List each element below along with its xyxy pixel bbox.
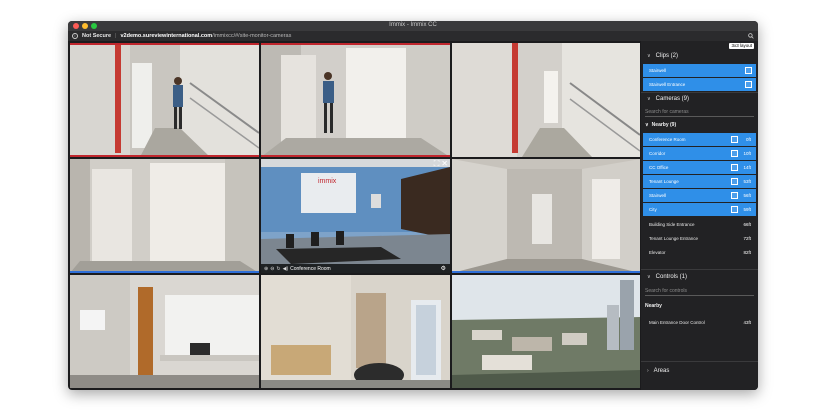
camera-tile-2[interactable] [261,43,450,157]
controls-search-input[interactable]: Search for controls [645,286,754,296]
camera-item-corridor[interactable]: Corridor 10ft [643,147,756,160]
cameras-nearby-group[interactable]: ∨ Nearby (9) [645,120,756,130]
camera-feed-image [261,43,450,157]
controls-section-header[interactable]: ∨ Controls (1) [641,271,758,283]
areas-section-header[interactable]: › Areas [641,365,758,377]
clip-thumbnail-icon [745,81,752,88]
search-icon[interactable] [748,33,754,39]
url-path: /immixcc/#/site-monitor-cameras [212,33,292,39]
cameras-section-header[interactable]: ∨ Cameras (9) [641,93,758,105]
camera-tile-6[interactable] [452,159,640,273]
gear-icon[interactable]: ⚙ [441,265,446,272]
camera-item-conference-room[interactable]: Conference Room 0ft [643,133,756,146]
camera-item-cc-office[interactable]: CC Office 14ft [643,161,756,174]
camera-tile-3[interactable] [452,43,640,157]
camera-tile-1[interactable] [70,43,259,157]
clip-item-stairwell[interactable]: Stairwell [643,64,756,77]
zoom-out-icon[interactable]: ⊖ [270,266,274,272]
close-icon[interactable]: ✕ [441,159,448,169]
chevron-down-icon: ∨ [647,274,651,280]
camera-tile-9[interactable] [452,275,640,388]
camera-feed-image [452,159,640,273]
camera-item-building-side-entrance[interactable]: Building Side Entrance 66ft [643,218,756,231]
svg-text:immix: immix [318,178,337,185]
camera-controls-bar: ⊕ ⊖ ↻ ◀) Conference Room ⚙ [261,264,450,273]
camera-feed-image [70,159,259,273]
chevron-down-icon: ∨ [647,96,651,102]
camera-feed-image: immix [261,159,450,273]
camera-feed-image [70,43,259,157]
camera-tile-conference-room[interactable]: immix ⛶ ✕ ⊕ ⊖ ↻ ◀) Conference Room ⚙ [261,159,450,273]
title-bar: Immix - Immix CC [68,21,758,31]
camera-feed-image [70,275,259,388]
camera-item-tenant-lounge[interactable]: Tenant Lounge 53ft [643,175,756,188]
camera-item-elevator[interactable]: Elevator 82ft [643,246,756,259]
camera-feed-image [452,275,640,388]
camera-tile-7[interactable] [70,275,259,388]
address-bar[interactable]: i Not Secure | v2demo.sureviewinternatio… [68,31,758,41]
controls-nearby-group[interactable]: Nearby [645,301,756,311]
control-item-main-entrance-door[interactable]: Main Entrance Door Control 43ft [643,316,756,329]
chevron-down-icon: ∨ [645,122,649,128]
camera-thumbnail-icon [731,136,738,143]
layout-button[interactable]: 3x3 layout [729,43,754,49]
camera-thumbnail-icon [731,206,738,213]
chevron-right-icon: › [647,368,649,374]
camera-tile-8[interactable] [261,275,450,388]
url-host: v2demo.sureviewinternational.com [120,33,213,39]
clip-thumbnail-icon [745,67,752,74]
camera-thumbnail-icon [731,164,738,171]
camera-grid: immix ⛶ ✕ ⊕ ⊖ ↻ ◀) Conference Room ⚙ [70,43,640,388]
camera-item-tenant-lounge-entrance[interactable]: Tenant Lounge Entrance 72ft [643,232,756,245]
camera-thumbnail-icon [731,178,738,185]
clips-section-header[interactable]: ∨ Clips (2) [641,50,758,62]
camera-item-city[interactable]: City 59ft [643,203,756,216]
audio-icon[interactable]: ◀) [283,266,289,272]
url-separator: | [115,33,117,39]
window-title: Immix - Immix CC [389,22,437,28]
sidebar-panel: 3x3 layout ∨ Clips (2) Stairwell Stairwe… [641,41,758,390]
info-icon[interactable]: i [72,33,78,39]
camera-label: Conference Room [290,265,331,272]
camera-feed-image [261,275,450,388]
camera-item-stairwell[interactable]: Stairwell 56ft [643,189,756,202]
camera-thumbnail-icon [731,150,738,157]
camera-feed-image [452,43,640,157]
security-label: Not Secure [82,33,112,39]
rotate-icon[interactable]: ↻ [276,266,280,272]
clip-item-stairwell-entrance[interactable]: Stairwell Entrance [643,78,756,91]
chevron-down-icon: ∨ [647,53,651,59]
camera-tile-4[interactable] [70,159,259,273]
browser-window: Immix - Immix CC i Not Secure | v2demo.s… [68,21,758,390]
camera-search-input[interactable]: Search for cameras [645,107,754,117]
zoom-in-icon[interactable]: ⊕ [264,266,268,272]
camera-thumbnail-icon [731,192,738,199]
fullscreen-icon[interactable]: ⛶ [434,159,440,169]
